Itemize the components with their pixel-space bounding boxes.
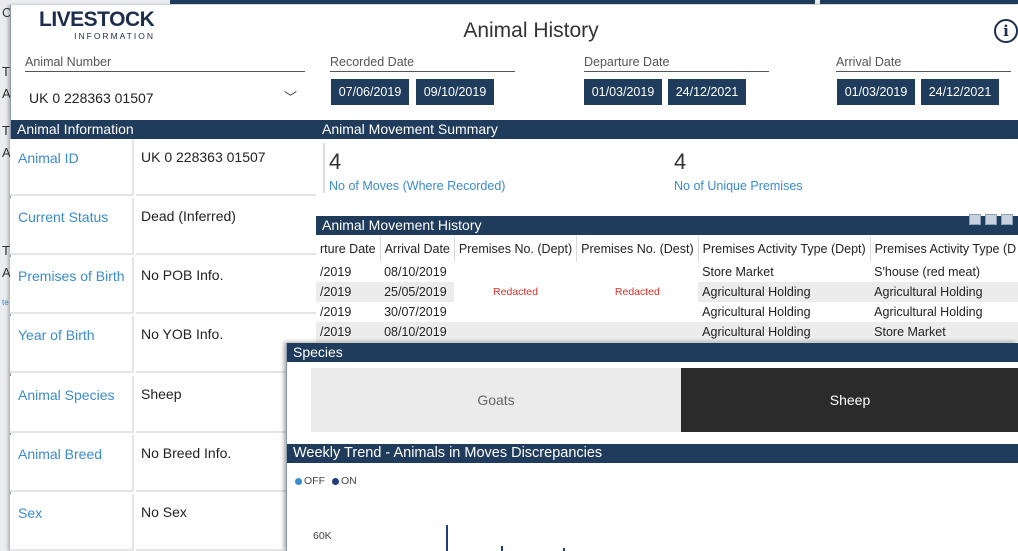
column-header[interactable]: Arrival Date [380,236,455,262]
arrival-date-label: Arrival Date [836,55,1011,72]
species-header: Species [287,343,1018,362]
arrival-date-end-button[interactable]: 24/12/2021 [921,79,999,105]
legend-on-marker [332,478,339,485]
table-cell: Agricultural Holding [698,282,871,302]
recorded-date-end-button[interactable]: 09/10/2019 [416,79,494,105]
info-key: Sex [10,494,134,551]
table-cell [576,322,699,342]
column-header[interactable]: rture Date [316,236,381,262]
departure-date-end-button[interactable]: 24/12/2021 [668,79,746,105]
table-cell: 08/10/2019 [380,322,455,342]
table-cell: /2019 [316,322,381,342]
info-value: UK 0 228363 01507 [136,139,316,196]
info-key: Premises of Birth [10,257,134,314]
table-cell: /2019 [316,282,381,302]
info-row-premises-of-birth: Premises of Birth No POB Info. [10,257,316,314]
moves-count: 4 [329,149,342,174]
table-header-row: rture Date Arrival Date Premises No. (De… [316,236,1018,262]
info-key: Animal Breed [10,435,134,492]
summary-divider [323,143,325,193]
departure-date-label: Departure Date [584,55,769,72]
table-cell: 30/07/2019 [384,305,447,319]
trend-line-segment [501,546,503,551]
page-title: Animal History [463,19,599,42]
species-option-sheep[interactable]: Sheep [681,368,1018,432]
info-row-current-status: Current Status Dead (Inferred) [10,198,316,255]
legend-off-label[interactable]: OFF [304,475,325,487]
movement-summary-header: Animal Movement Summary [316,120,1018,139]
animal-number-label: Animal Number [25,55,305,72]
table-cell [454,322,577,342]
info-key: Year of Birth [10,316,134,373]
animal-information-header: Animal Information [11,120,319,139]
table-cell: Agricultural Holding [874,305,983,319]
info-key: Current Status [10,198,134,255]
unique-premises-count: 4 [674,149,687,174]
column-header[interactable]: Premises Activity Type (Dept) [698,236,871,262]
table-cell: Store Market [870,322,1018,342]
export-icon[interactable] [969,214,981,225]
info-value: No POB Info. [136,257,316,314]
column-header[interactable]: Premises Activity Type (D [870,236,1018,262]
info-key: Animal Species [10,376,134,433]
column-header[interactable]: Premises No. (Dept) [454,236,578,262]
info-row-animal-id: Animal ID UK 0 228363 01507 [10,139,316,196]
logo-text: LIVESTOCK [39,8,155,31]
info-key: Animal ID [10,139,134,196]
background-text: te [2,298,9,307]
movement-history-table: rture Date Arrival Date Premises No. (De… [316,236,1018,346]
livestock-logo: LIVESTOCK INFORMATION [39,9,159,47]
redacted-cell: Redacted [576,262,699,322]
info-icon[interactable]: i [994,19,1018,43]
logo-subtext: INFORMATION [74,31,155,41]
weekly-trend-header: Weekly Trend - Animals in Moves Discrepa… [287,444,1018,463]
recorded-date-start-button[interactable]: 07/06/2019 [331,79,409,105]
column-header[interactable]: Premises No. (Dest) [576,236,699,262]
table-cell: 08/10/2019 [384,265,447,279]
arrival-date-start-button[interactable]: 01/03/2019 [837,79,915,105]
chevron-down-icon[interactable]: ﹀ [284,84,304,112]
background-window-bar [170,0,815,4]
background-window-bar [820,0,1018,4]
animal-number-dropdown[interactable]: UK 0 228363 01507 [29,84,314,112]
unique-premises-label: No of Unique Premises [674,179,803,193]
moves-count-label: No of Moves (Where Recorded) [329,179,506,193]
species-option-goats[interactable]: Goats [311,368,681,432]
movement-history-header: Animal Movement History [316,216,1018,235]
info-value: Dead (Inferred) [136,198,316,255]
table-cell: Store Market [702,265,774,279]
species-trend-panel: Species Goats Sheep Weekly Trend - Anima… [286,343,1018,551]
y-axis-tick: 60K [313,530,332,542]
table-cell: Agricultural Holding [698,322,871,342]
info-row-sex: Sex No Sex [10,494,316,551]
legend-on-label[interactable]: ON [341,475,357,487]
table-cell: S'house (red meat) [874,265,981,279]
focus-mode-icon[interactable] [1001,214,1013,225]
table-row[interactable]: /2019 08/10/2019 Agricultural Holding St… [316,322,1018,342]
info-row-year-of-birth: Year of Birth No YOB Info. [10,316,316,373]
recorded-date-label: Recorded Date [330,55,515,72]
departure-date-start-button[interactable]: 01/03/2019 [584,79,662,105]
background-text: T [2,123,10,138]
background-text: T [2,64,10,79]
trend-line-segment [446,525,448,551]
table-cell: /2019 [320,265,352,279]
filter-icon[interactable] [985,214,997,225]
background-text: T [2,243,10,258]
table-cell: Agricultural Holding [702,305,811,319]
table-cell: Agricultural Holding [870,282,1018,302]
table-cell: /2019 [320,305,352,319]
info-row-animal-species: Animal Species Sheep [10,376,316,433]
table-cell: 25/05/2019 [380,282,455,302]
legend-off-marker [295,478,302,485]
table-row[interactable]: /2019 08/10/2019 Redacted Redacted Store… [316,262,1018,322]
info-row-animal-breed: Animal Breed No Breed Info. [10,435,316,492]
redacted-cell: Redacted [454,262,577,322]
